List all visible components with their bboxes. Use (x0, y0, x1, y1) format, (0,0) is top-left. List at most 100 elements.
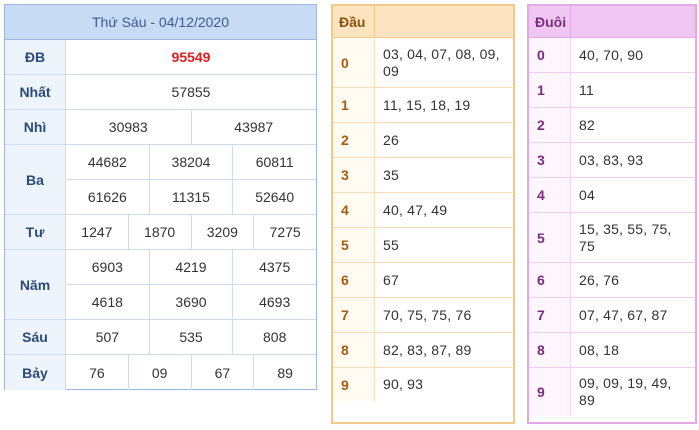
duoi-row: 9 09, 09, 19, 49, 89 (529, 368, 695, 416)
dau-key: 9 (333, 368, 375, 401)
dau-key: 3 (333, 158, 375, 192)
special-prize-number: 95549 (171, 49, 211, 65)
duoi-values: 07, 47, 67, 87 (579, 306, 668, 323)
dau-values: 70, 75, 75, 76 (383, 306, 472, 323)
duoi-row: 1 11 (529, 73, 695, 108)
prize-number: 11315 (148, 180, 233, 214)
prize-number: 4375 (232, 250, 316, 284)
duoi-row: 7 07, 47, 67, 87 (529, 298, 695, 333)
dau-values: 82, 83, 87, 89 (383, 341, 472, 358)
dau-key: 4 (333, 193, 375, 227)
prize-number: 1247 (81, 224, 113, 240)
prize-number: 76 (89, 364, 105, 381)
duoi-values: 26, 76 (579, 271, 620, 288)
dau-key: 7 (333, 298, 375, 332)
duoi-values: 08, 18 (579, 341, 620, 358)
duoi-values: 09, 09, 19, 49, 89 (579, 375, 672, 408)
dau-key: 6 (333, 263, 375, 297)
duoi-row: 5 15, 35, 55, 75, 75 (529, 213, 695, 263)
dau-row: 5 55 (333, 228, 513, 263)
duoi-table-header: Đuôi (529, 6, 695, 38)
prize-row-third: Ba 44682 38204 60811 61626 11315 52640 (5, 145, 316, 215)
prize-row-special: ĐB 95549 (5, 40, 316, 75)
prize-number: 6903 (91, 259, 123, 275)
prize-number: 4219 (148, 250, 233, 284)
prize-number: 1870 (127, 215, 191, 249)
dau-values: 67 (383, 271, 399, 288)
prize-label: Nhất (5, 75, 66, 109)
prize-number: 61626 (87, 189, 127, 205)
prize-row-fifth: Năm 6903 4219 4375 4618 3690 4693 (5, 250, 316, 320)
duoi-key: 6 (529, 263, 571, 297)
dau-values: 35 (383, 166, 399, 183)
dau-values: 11, 15, 18, 19 (383, 96, 471, 113)
dau-row: 2 26 (333, 123, 513, 158)
duoi-values: 11 (579, 81, 594, 98)
dau-row: 7 70, 75, 75, 76 (333, 298, 513, 333)
dau-row: 4 40, 47, 49 (333, 193, 513, 228)
dau-row: 1 11, 15, 18, 19 (333, 88, 513, 123)
duoi-row: 8 08, 18 (529, 333, 695, 368)
prize-number: 09 (127, 355, 191, 390)
dau-row: 0 03, 04, 07, 08, 09, 09 (333, 38, 513, 88)
prize-label: Năm (5, 250, 66, 319)
prize-label: Bảy (5, 355, 66, 390)
duoi-key: 7 (529, 298, 571, 332)
duoi-key: 0 (529, 38, 571, 72)
prize-label: Ba (5, 145, 66, 214)
prize-row-second: Nhì 30983 43987 (5, 110, 316, 145)
dau-key: 8 (333, 333, 375, 367)
prize-number: 535 (148, 320, 233, 354)
duoi-key: 3 (529, 143, 571, 177)
prize-number: 89 (253, 355, 316, 390)
dau-header-label: Đầu (333, 6, 375, 37)
duoi-values: 04 (579, 186, 595, 203)
dau-row: 9 90, 93 (333, 368, 513, 401)
prize-number: 60811 (232, 145, 316, 179)
prize-row-sixth: Sáu 507 535 808 (5, 320, 316, 355)
duoi-key: 1 (529, 73, 571, 107)
duoi-values: 82 (579, 116, 595, 133)
duoi-key: 5 (529, 213, 571, 262)
dau-row: 6 67 (333, 263, 513, 298)
duoi-values: 03, 83, 93 (579, 151, 644, 168)
duoi-values: 40, 70, 90 (579, 46, 644, 63)
results-date-title: Thứ Sáu - 04/12/2020 (5, 5, 316, 40)
prize-number: 3690 (148, 285, 233, 319)
duoi-row: 4 04 (529, 178, 695, 213)
dau-table-header: Đầu (333, 6, 513, 38)
prize-number: 44682 (87, 154, 127, 170)
duoi-row: 2 82 (529, 108, 695, 143)
prize-number: 38204 (148, 145, 233, 179)
duoi-header-label: Đuôi (529, 6, 571, 37)
prize-number: 507 (95, 329, 120, 345)
prize-number: 57855 (171, 84, 211, 100)
prize-row-fourth: Tư 1247 1870 3209 7275 (5, 215, 316, 250)
duoi-key: 4 (529, 178, 571, 212)
dau-values: 40, 47, 49 (383, 201, 448, 218)
prize-number: 30983 (108, 119, 148, 135)
dau-table: Đầu 0 03, 04, 07, 08, 09, 09 1 11, 15, 18,… (331, 4, 515, 424)
prize-number: 52640 (232, 180, 316, 214)
prize-number: 4618 (91, 294, 123, 310)
prize-label: ĐB (5, 40, 66, 74)
dau-values: 03, 04, 07, 08, 09, 09 (383, 45, 500, 79)
duoi-row: 6 26, 76 (529, 263, 695, 298)
duoi-table: Đuôi 0 40, 70, 90 1 11 2 82 3 03, 83, 93 4 04… (527, 4, 697, 424)
prize-number: 7275 (253, 215, 316, 249)
dau-values: 90, 93 (383, 376, 424, 392)
dau-key: 0 (333, 38, 375, 87)
lottery-results-table: Thứ Sáu - 04/12/2020 ĐB 95549 Nhất 57855… (4, 4, 317, 390)
duoi-key: 9 (529, 368, 571, 416)
dau-row: 3 35 (333, 158, 513, 193)
dau-values: 55 (383, 236, 399, 253)
prize-label: Nhì (5, 110, 66, 144)
dau-values: 26 (383, 131, 399, 148)
dau-row: 8 82, 83, 87, 89 (333, 333, 513, 368)
duoi-row: 0 40, 70, 90 (529, 38, 695, 73)
duoi-values: 15, 35, 55, 75, 75 (579, 220, 672, 254)
prize-number: 43987 (190, 110, 317, 144)
dau-key: 5 (333, 228, 375, 262)
prize-number: 3209 (190, 215, 254, 249)
duoi-row: 3 03, 83, 93 (529, 143, 695, 178)
